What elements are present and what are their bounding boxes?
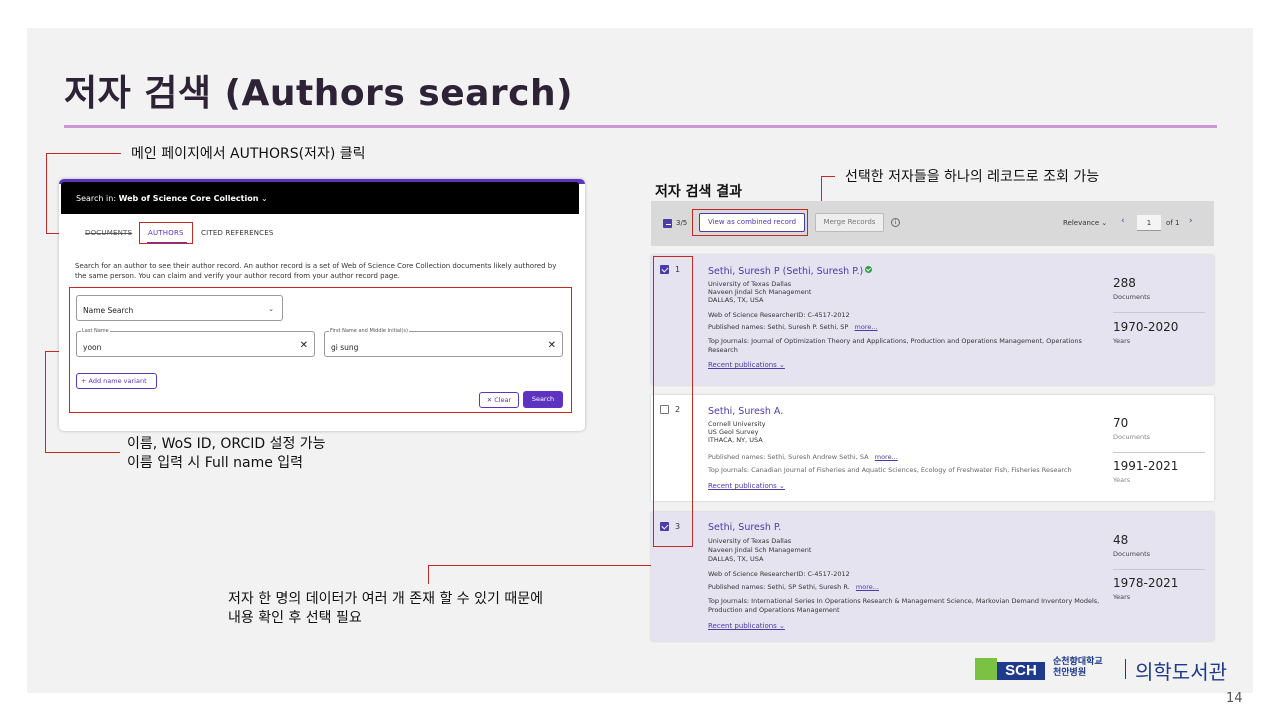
info-icon[interactable]: i [891,218,900,227]
logo-green-block [975,658,997,680]
documents-count: 288 [1113,276,1136,290]
callout-multiple-records: 저자 한 명의 데이터가 여러 개 존재 할 수 있기 때문에 [228,591,543,607]
researcher-id: Web of Science ResearcherID: C-4517-2012 [708,311,850,319]
affiliation: University of Texas Dallas [708,537,792,545]
tab-documents[interactable]: DOCUMENTS [85,229,132,237]
years-range: 1978-2021 [1113,576,1179,590]
logo-university: 순천향대학교 [1053,657,1103,667]
researcher-id: Web of Science ResearcherID: C-4517-2012 [708,570,850,578]
logo-hospital: 천안병원 [1053,668,1087,678]
callout-combined-record: 선택한 저자들을 하나의 레코드로 조회 가능 [845,169,1100,185]
documents-label: Documents [1113,293,1151,301]
documents-count: 48 [1113,533,1129,547]
selected-count: 3/5 [676,219,688,227]
sch-library-logo: SCH 순천향대학교 천안병원 의학도서관 [975,656,1230,686]
select-all-checkbox[interactable] [663,219,672,228]
highlight-search-fields [69,287,572,413]
documents-label: Documents [1113,433,1151,441]
top-journals-cont: Production and Operations Management [708,606,840,614]
callout-fullname: 이름 입력 시 Full name 입력 [127,455,304,471]
top-journals-cont: Research [708,346,738,354]
divider [1113,312,1205,313]
callout-authors-click: 메인 페이지에서 AUTHORS(저자) 클릭 [131,146,366,162]
published-names: Published names: Sethi, Suresh Andrew Se… [708,453,869,461]
author-result-card[interactable]: 3 Sethi, Suresh P. University of Texas D… [651,512,1214,641]
documents-label: Documents [1113,550,1151,558]
verified-check-icon [865,266,873,273]
search-in-value[interactable]: Web of Science Core Collection [119,194,259,203]
callout-line [821,176,835,177]
top-journals: Top Journals: Journal of Optimization Th… [708,337,1082,345]
authors-search-description: Search for an author to see their author… [75,262,557,280]
published-names: Published names: Sethi, SP Sethi, Suresh… [708,583,850,591]
prev-page-icon[interactable]: ‹ [1121,216,1125,226]
callout-check-select: 내용 확인 후 선택 필요 [228,610,362,626]
search-in-bar[interactable]: Search in: Web of Science Core Collectio… [61,182,579,214]
recent-publications-toggle[interactable]: Recent publications ⌄ [708,482,785,490]
callout-line [45,452,120,453]
author-name[interactable]: Sethi, Suresh P (Sethi, Suresh P.) [708,266,863,277]
title-rule [64,125,1217,128]
slide-title: 저자 검색 (Authors search) [64,73,574,114]
years-label: Years [1113,337,1131,345]
merge-records-button[interactable]: Merge Records [815,213,884,232]
divider [1113,569,1205,570]
tab-cited-references[interactable]: CITED REFERENCES [201,229,273,237]
author-result-card[interactable]: 2 Sethi, Suresh A. Cornell University US… [651,395,1214,501]
sort-select[interactable]: Relevance ⌄ [1063,219,1107,227]
recent-publications-toggle[interactable]: Recent publications ⌄ [708,361,785,369]
author-name[interactable]: Sethi, Suresh A. [708,406,783,417]
published-names: Published names: Sethi, Suresh P. Sethi,… [708,323,849,331]
logo-korean-text: 순천향대학교 천안병원 [1053,657,1103,679]
department: Naveen Jindal Sch Management [708,546,812,554]
author-name-link[interactable]: Sethi, Suresh P (Sethi, Suresh P.) [708,266,873,277]
location: ITHACA, NY, USA [708,436,763,444]
author-result-card[interactable]: 1 Sethi, Suresh P (Sethi, Suresh P.) Uni… [651,255,1214,385]
top-journals: Top Journals: Canadian Journal of Fisher… [708,466,1072,474]
results-title: 저자 검색 결과 [655,184,743,200]
years-label: Years [1113,476,1131,484]
chevron-down-icon[interactable]: ⌄ [261,194,268,203]
callout-line [428,565,429,584]
department: US Geol Survey [708,428,759,436]
recent-publications-toggle[interactable]: Recent publications ⌄ [708,622,785,630]
more-link[interactable]: more... [855,323,878,331]
callout-line [46,153,121,154]
location: DALLAS, TX, USA [708,296,764,304]
highlight-authors-tab [139,222,193,244]
more-link[interactable]: more... [875,453,898,461]
years-range: 1991-2021 [1113,459,1179,473]
years-label: Years [1113,593,1131,601]
callout-line [428,565,674,566]
callout-line [45,351,46,453]
logo-mark: SCH [997,662,1045,680]
top-journals: Top Journals: International Series In Op… [708,597,1100,605]
page-number: 14 [1226,691,1243,706]
callout-name-options: 이름, WoS ID, ORCID 설정 가능 [127,436,326,452]
author-name[interactable]: Sethi, Suresh P. [708,522,781,533]
next-page-icon[interactable]: › [1189,216,1193,226]
highlight-checkbox-column [653,256,693,547]
location: DALLAS, TX, USA [708,555,764,563]
years-range: 1970-2020 [1113,320,1179,334]
more-link[interactable]: more... [856,583,879,591]
documents-count: 70 [1113,416,1129,430]
department: Naveen Jindal Sch Management [708,288,812,296]
highlight-view-combined [692,209,808,236]
affiliation: Cornell University [708,420,766,428]
affiliation: University of Texas Dallas [708,280,792,288]
page-input[interactable]: 1 [1137,215,1161,231]
library-name: 의학도서관 [1135,660,1227,684]
search-in-label: Search in: [76,194,117,203]
divider [1113,452,1205,453]
page-of-label: of 1 [1166,219,1180,227]
callout-line [46,153,47,234]
logo-divider [1125,659,1126,679]
